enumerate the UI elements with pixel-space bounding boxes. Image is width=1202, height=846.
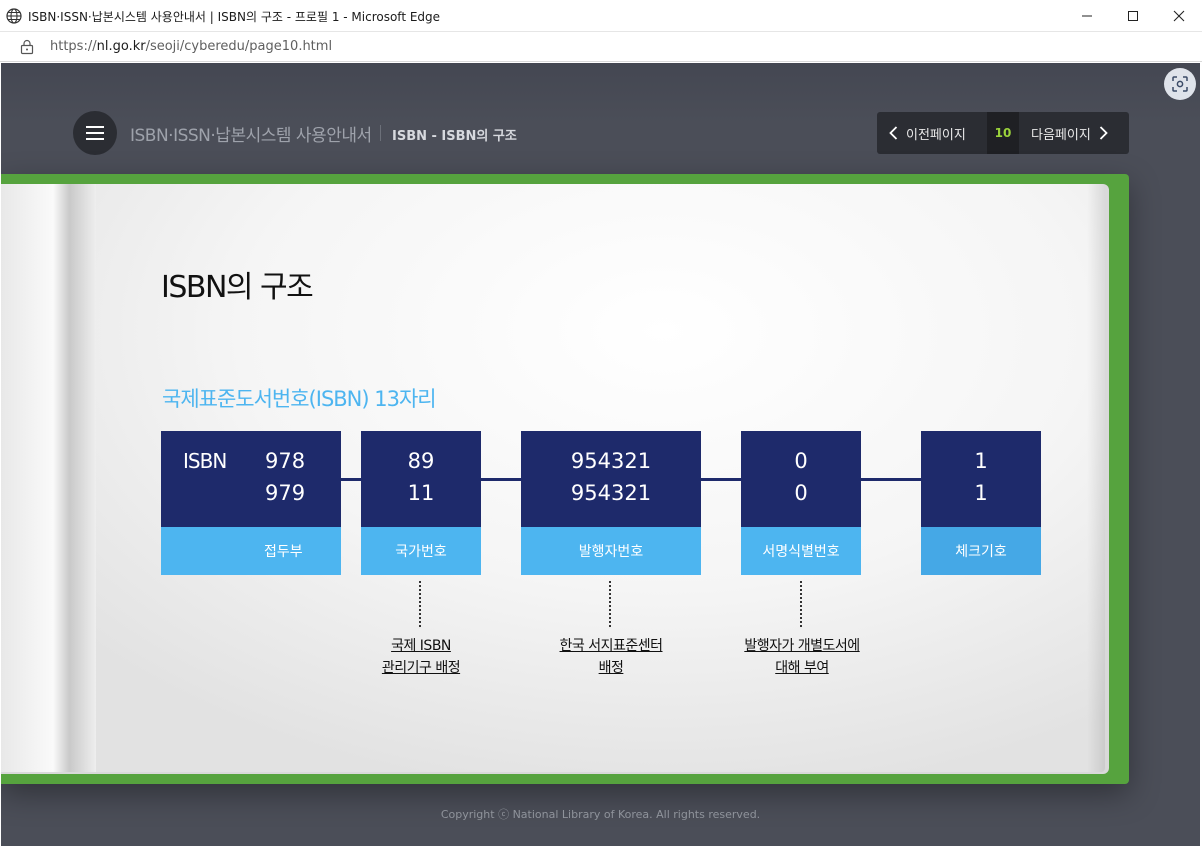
url-text[interactable]: https://nl.go.kr/seoji/cyberedu/page10.h… bbox=[50, 39, 332, 54]
chevron-left-icon bbox=[889, 126, 898, 140]
block-values: ISBN 978 979 bbox=[161, 431, 341, 527]
isbn-block-check: 1 1 체크기호 bbox=[921, 431, 1041, 575]
block-label: 접두부 bbox=[161, 527, 341, 575]
maximize-icon bbox=[1128, 11, 1138, 21]
menu-button[interactable] bbox=[73, 111, 117, 155]
block-value-1: 0 bbox=[794, 449, 808, 473]
globe-icon bbox=[6, 8, 22, 24]
block-label: 체크기호 bbox=[921, 527, 1041, 575]
note-country: 국제 ISBN 관리기구 배정 bbox=[361, 635, 481, 679]
current-page-number: 10 bbox=[987, 112, 1019, 154]
page-viewport: ISBN·ISSN·납본시스템 사용안내서 ISBN - ISBN의 구조 이전… bbox=[1, 63, 1200, 846]
page-heading: ISBN의 구조 bbox=[161, 270, 314, 305]
next-page-button[interactable]: 다음페이지 bbox=[1019, 112, 1129, 154]
prev-page-button[interactable]: 이전페이지 bbox=[877, 112, 987, 154]
window-titlebar: ISBN·ISSN·납본시스템 사용안내서 | ISBN의 구조 - 프로필 1… bbox=[0, 0, 1202, 32]
block-value-2: 1 bbox=[974, 481, 988, 505]
note-line-1: 국제 ISBN bbox=[391, 638, 451, 654]
note-line-1: 한국 서지표준센터 bbox=[559, 638, 664, 654]
close-button[interactable] bbox=[1156, 0, 1202, 32]
page-navigation: 이전페이지 10 다음페이지 bbox=[877, 112, 1129, 154]
block-value-1: 954321 bbox=[570, 449, 652, 473]
isbn-label: ISBN bbox=[183, 449, 227, 473]
url-host: nl.go.kr bbox=[96, 39, 146, 54]
minimize-button[interactable] bbox=[1064, 0, 1110, 32]
block-values: 954321 954321 bbox=[521, 431, 701, 527]
isbn-subheading: 국제표준도서번호(ISBN) 13자리 bbox=[162, 387, 437, 411]
block-values: 89 11 bbox=[361, 431, 481, 527]
block-value-2: 954321 bbox=[570, 481, 652, 505]
screenshot-button[interactable] bbox=[1164, 68, 1196, 100]
block-label: 발행자번호 bbox=[521, 527, 701, 575]
block-value-1: 1 bbox=[974, 449, 988, 473]
window-title: ISBN·ISSN·납본시스템 사용안내서 | ISBN의 구조 - 프로필 1… bbox=[28, 10, 441, 24]
note-publisher: 한국 서지표준센터 배정 bbox=[531, 635, 691, 679]
block-value-2: 11 bbox=[407, 481, 435, 505]
chevron-right-icon bbox=[1099, 126, 1108, 140]
note-title: 발행자가 개별도서에 대해 부여 bbox=[717, 635, 887, 679]
section-title: ISBN - ISBN의 구조 bbox=[392, 129, 517, 144]
address-bar[interactable]: https://nl.go.kr/seoji/cyberedu/page10.h… bbox=[0, 32, 1202, 62]
dotted-leader-country bbox=[419, 581, 421, 627]
lock-icon bbox=[20, 39, 34, 55]
isbn-block-country: 89 11 국가번호 bbox=[361, 431, 481, 575]
minimize-icon bbox=[1082, 15, 1092, 17]
dotted-leader-title bbox=[800, 581, 802, 627]
note-line-2: 배정 bbox=[598, 660, 624, 676]
copyright-text: Copyright ⓒ National Library of Korea. A… bbox=[440, 808, 761, 821]
screenshot-icon bbox=[1172, 76, 1188, 92]
block-values: 1 1 bbox=[921, 431, 1041, 527]
block-value-2: 979 bbox=[265, 481, 306, 505]
isbn-block-title: 0 0 서명식별번호 bbox=[741, 431, 861, 575]
block-label: 서명식별번호 bbox=[741, 527, 861, 575]
block-value-1: 89 bbox=[407, 449, 435, 473]
note-line-1: 발행자가 개별도서에 bbox=[744, 638, 860, 654]
block-value-2: 0 bbox=[794, 481, 808, 505]
note-line-2: 관리기구 배정 bbox=[381, 660, 461, 676]
hamburger-icon bbox=[86, 126, 104, 140]
next-page-label: 다음페이지 bbox=[1031, 127, 1091, 143]
close-icon bbox=[1173, 10, 1185, 22]
block-value-1: 978 bbox=[265, 449, 306, 473]
dotted-leader-publisher bbox=[609, 581, 611, 627]
block-values: 0 0 bbox=[741, 431, 861, 527]
header-divider bbox=[380, 125, 381, 141]
url-scheme: https:// bbox=[50, 39, 97, 54]
site-title[interactable]: ISBN·ISSN·납본시스템 사용안내서 bbox=[130, 121, 372, 146]
block-label: 국가번호 bbox=[361, 527, 481, 575]
isbn-block-publisher: 954321 954321 발행자번호 bbox=[521, 431, 701, 575]
prev-page-label: 이전페이지 bbox=[906, 127, 966, 143]
note-line-2: 대해 부여 bbox=[775, 660, 829, 676]
isbn-block-prefix: ISBN 978 979 접두부 bbox=[161, 431, 341, 575]
url-path: /seoji/cyberedu/page10.html bbox=[145, 39, 333, 54]
maximize-button[interactable] bbox=[1110, 0, 1156, 32]
